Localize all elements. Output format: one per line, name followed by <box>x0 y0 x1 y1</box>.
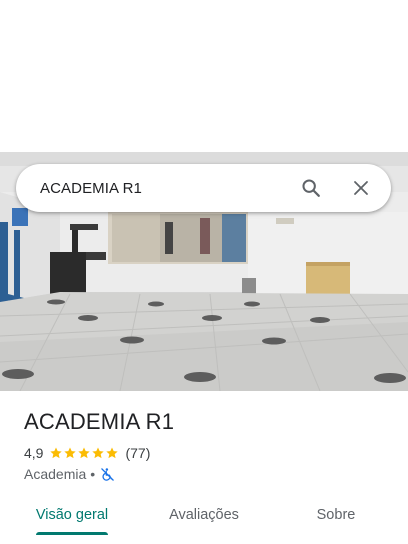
star-icon <box>106 447 119 459</box>
active-tab-indicator <box>36 532 108 535</box>
tab-label: Sobre <box>316 507 356 523</box>
tab-reviews[interactable]: Avaliações <box>144 496 264 534</box>
review-count[interactable]: (77) <box>125 445 150 461</box>
separator-dot: • <box>90 466 96 482</box>
tab-label: Avaliações <box>169 507 239 523</box>
map-blank-area[interactable] <box>0 0 408 152</box>
star-icon <box>78 447 91 459</box>
rating-row[interactable]: 4,9 (77) <box>24 444 150 462</box>
close-icon <box>354 181 368 195</box>
not-wheelchair-accessible-icon <box>101 467 114 481</box>
tab-about[interactable]: Sobre <box>264 496 408 534</box>
clear-search-button[interactable] <box>339 166 383 210</box>
star-icon <box>50 447 63 459</box>
tab-overview[interactable]: Visão geral <box>0 496 144 535</box>
search-bar[interactable]: ACADEMIA R1 <box>16 164 391 212</box>
place-page: ACADEMIA R1 ACADEMIA R1 4,9 (77) Academi… <box>0 0 408 544</box>
search-icon <box>302 179 320 197</box>
place-title: ACADEMIA R1 <box>24 409 175 434</box>
category-row: Academia • <box>24 465 115 483</box>
star-icon <box>64 447 77 459</box>
place-category: Academia <box>24 466 87 482</box>
place-tabs: Visão geral Avaliações Sobre <box>0 496 408 544</box>
search-input[interactable]: ACADEMIA R1 <box>16 180 289 197</box>
star-rating <box>49 446 119 460</box>
rating-value: 4,9 <box>24 445 44 461</box>
star-icon <box>92 447 105 459</box>
search-button[interactable] <box>289 166 333 210</box>
tab-label: Visão geral <box>35 507 109 523</box>
